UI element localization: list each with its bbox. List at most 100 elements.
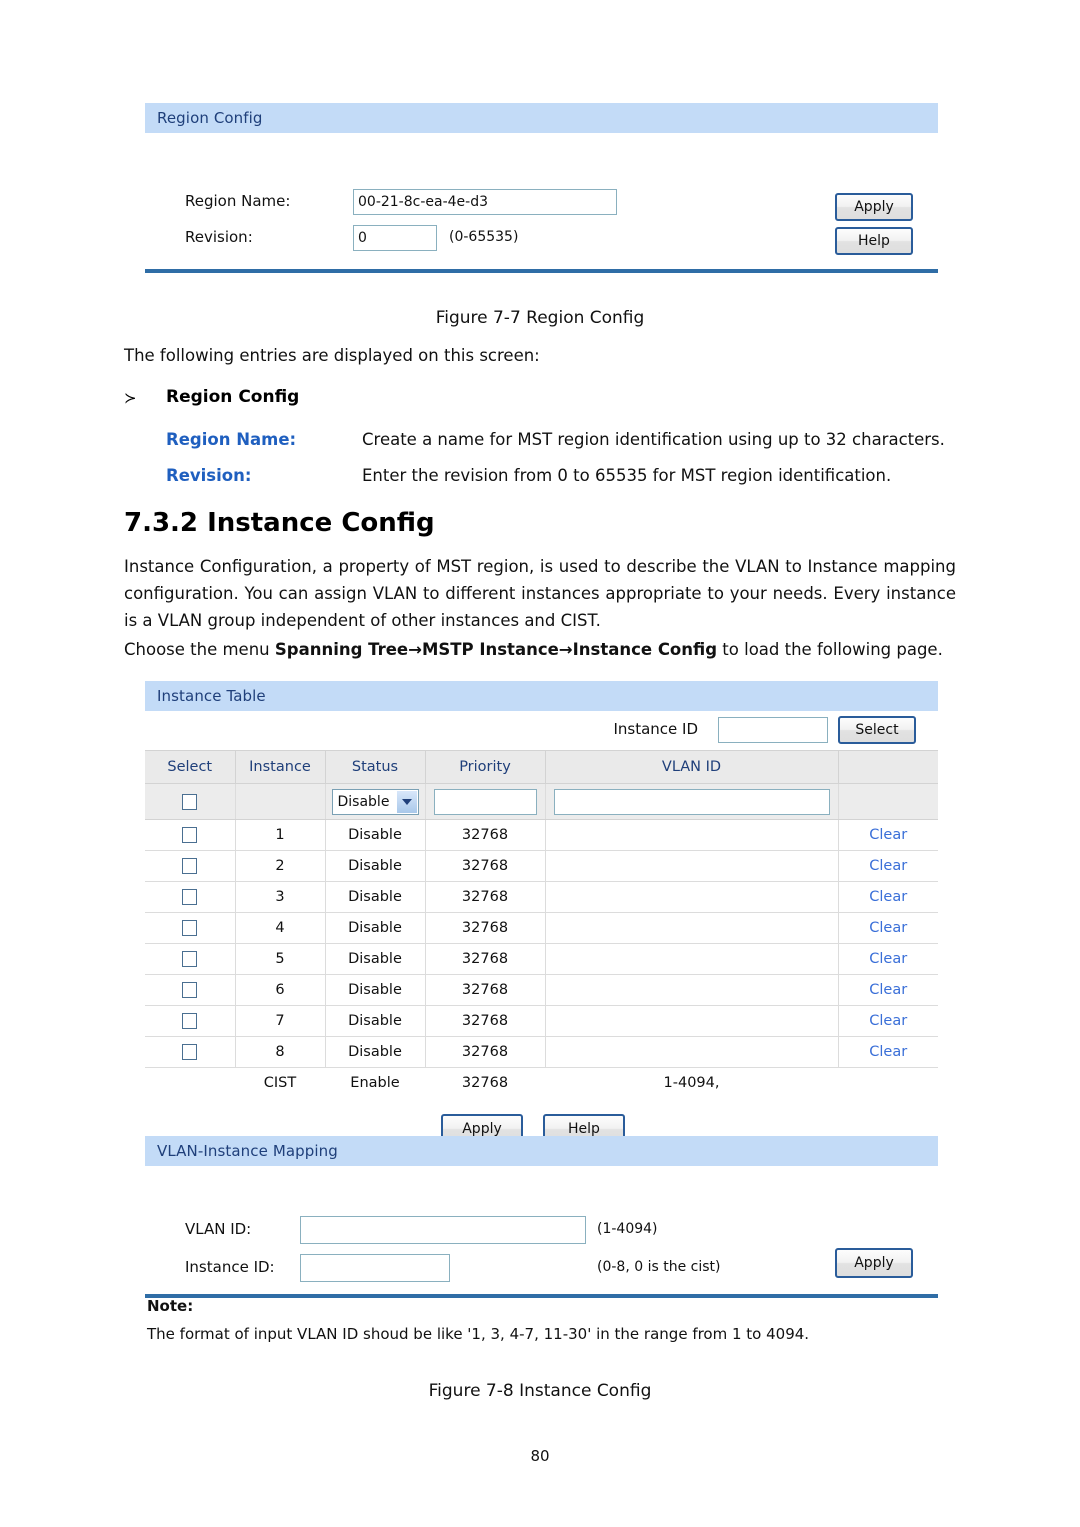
cist-priority: 32768 xyxy=(425,1067,545,1098)
vlan-instance-mapping-panel: VLAN-Instance Mapping VLAN ID: (1-4094) … xyxy=(145,1136,938,1301)
row-instance: 5 xyxy=(235,943,326,975)
row-vlan-id xyxy=(545,850,839,882)
clear-link[interactable]: Clear xyxy=(869,827,907,843)
clear-link[interactable]: Clear xyxy=(869,951,907,967)
row-priority: 32768 xyxy=(425,881,546,913)
row-select-checkbox[interactable] xyxy=(182,951,198,967)
section-heading: 7.3.2 Instance Config xyxy=(124,508,435,538)
term-region-name: Region Name: xyxy=(166,430,297,449)
row-priority: 32768 xyxy=(425,1036,546,1068)
vlan-id-label: VLAN ID: xyxy=(185,1220,252,1238)
row-select-checkbox[interactable] xyxy=(182,1013,198,1029)
revision-input[interactable] xyxy=(353,225,437,251)
row-status: Disable xyxy=(325,943,426,975)
instance-id-label: Instance ID: xyxy=(185,1258,275,1276)
entry-vlan-id-input[interactable] xyxy=(553,788,830,815)
row-status: Disable xyxy=(325,881,426,913)
column-header-instance: Instance xyxy=(235,751,326,784)
vlan-id-input[interactable] xyxy=(300,1216,586,1244)
instance-id-search-input[interactable] xyxy=(718,717,828,743)
row-select-cell xyxy=(145,943,236,975)
row-select-checkbox[interactable] xyxy=(182,982,198,998)
intro-lead-in: The following entries are displayed on t… xyxy=(124,346,540,365)
row-instance: 7 xyxy=(235,1005,326,1037)
clear-link[interactable]: Clear xyxy=(869,1044,907,1060)
row-action-cell: Clear xyxy=(838,1005,938,1037)
row-select-checkbox[interactable] xyxy=(182,920,198,936)
table-row: 2 Disable 32768 Clear xyxy=(145,850,938,882)
table-row: 4 Disable 32768 Clear xyxy=(145,912,938,944)
row-select-cell xyxy=(145,1036,236,1068)
term-region-name-definition: Create a name for MST region identificat… xyxy=(362,430,945,449)
row-instance: 1 xyxy=(235,819,326,851)
clear-link[interactable]: Clear xyxy=(869,858,907,874)
section-paragraph: Instance Configuration, a property of MS… xyxy=(124,557,956,630)
row-vlan-id xyxy=(545,974,839,1006)
row-action-cell: Clear xyxy=(838,819,938,851)
vlan-instance-mapping-apply-button[interactable]: Apply xyxy=(835,1248,913,1278)
row-priority: 32768 xyxy=(425,819,546,851)
row-status: Disable xyxy=(325,1036,426,1068)
region-config-apply-button[interactable]: Apply xyxy=(835,193,913,221)
row-instance: 8 xyxy=(235,1036,326,1068)
row-select-cell xyxy=(145,850,236,882)
row-select-checkbox[interactable] xyxy=(182,1044,198,1060)
note-title: Note: xyxy=(147,1297,194,1315)
row-status: Disable xyxy=(325,819,426,851)
chevron-down-icon[interactable] xyxy=(396,790,417,813)
row-instance: 2 xyxy=(235,850,326,882)
instance-id-input[interactable] xyxy=(300,1254,450,1282)
note-block: Note: The format of input VLAN ID shoud … xyxy=(147,1297,936,1343)
menu-path-sentence: Choose the menu Spanning Tree→MSTP Insta… xyxy=(124,640,943,659)
vlan-instance-mapping-panel-title: VLAN-Instance Mapping xyxy=(145,1136,938,1166)
row-select-checkbox[interactable] xyxy=(182,889,198,905)
row-action-cell: Clear xyxy=(838,943,938,975)
row-vlan-id xyxy=(545,819,839,851)
row-vlan-id xyxy=(545,881,839,913)
entry-select-checkbox[interactable] xyxy=(182,793,198,810)
vlan-id-range-hint: (1-4094) xyxy=(597,1221,658,1237)
row-select-checkbox[interactable] xyxy=(182,858,198,874)
region-name-label: Region Name: xyxy=(185,192,291,210)
region-name-input[interactable] xyxy=(353,189,617,215)
menu-arrow-1-icon: → xyxy=(408,640,422,659)
cist-instance: CIST xyxy=(235,1067,325,1098)
cist-action-cell xyxy=(838,1067,938,1098)
term-revision: Revision: xyxy=(166,466,252,485)
instance-table-header-row: Select Instance Status Priority VLAN ID xyxy=(145,751,938,784)
row-action-cell: Clear xyxy=(838,974,938,1006)
menu-path-mstp-instance: MSTP Instance xyxy=(421,640,559,659)
row-vlan-id xyxy=(545,1036,839,1068)
instance-table-panel-title: Instance Table xyxy=(145,681,938,711)
clear-link[interactable]: Clear xyxy=(869,889,907,905)
table-row: 1 Disable 32768 Clear xyxy=(145,819,938,851)
row-select-checkbox[interactable] xyxy=(182,827,198,843)
menu-path-instance-config: Instance Config xyxy=(572,640,718,659)
table-row: 6 Disable 32768 Clear xyxy=(145,974,938,1006)
page-number: 80 xyxy=(530,1447,550,1465)
entry-priority-input[interactable] xyxy=(433,788,537,815)
clear-link[interactable]: Clear xyxy=(869,982,907,998)
bullet-chevron-icon: ≻ xyxy=(124,389,137,407)
instance-entry-row: Disable xyxy=(145,783,938,820)
row-vlan-id xyxy=(545,1005,839,1037)
row-priority: 32768 xyxy=(425,974,546,1006)
entry-vlan-id-cell xyxy=(545,783,839,820)
row-select-cell xyxy=(145,912,236,944)
cist-vlan-id: 1-4094, xyxy=(545,1067,838,1098)
menu-sentence-prefix: Choose the menu xyxy=(124,640,275,659)
clear-link[interactable]: Clear xyxy=(869,1013,907,1029)
row-priority: 32768 xyxy=(425,850,546,882)
row-instance: 6 xyxy=(235,974,326,1006)
column-header-select: Select xyxy=(145,751,236,784)
clear-link[interactable]: Clear xyxy=(869,920,907,936)
row-vlan-id xyxy=(545,912,839,944)
entry-status-value: Disable xyxy=(337,793,390,810)
row-vlan-id xyxy=(545,943,839,975)
region-config-panel-body: Region Name: Revision: (0-65535) Apply H… xyxy=(145,133,938,255)
instance-id-select-button[interactable]: Select xyxy=(838,716,916,744)
region-config-help-button[interactable]: Help xyxy=(835,227,913,255)
region-config-divider xyxy=(145,269,938,273)
entry-status-dropdown[interactable]: Disable xyxy=(331,788,419,815)
bullet-title-region-config: Region Config xyxy=(166,387,300,407)
